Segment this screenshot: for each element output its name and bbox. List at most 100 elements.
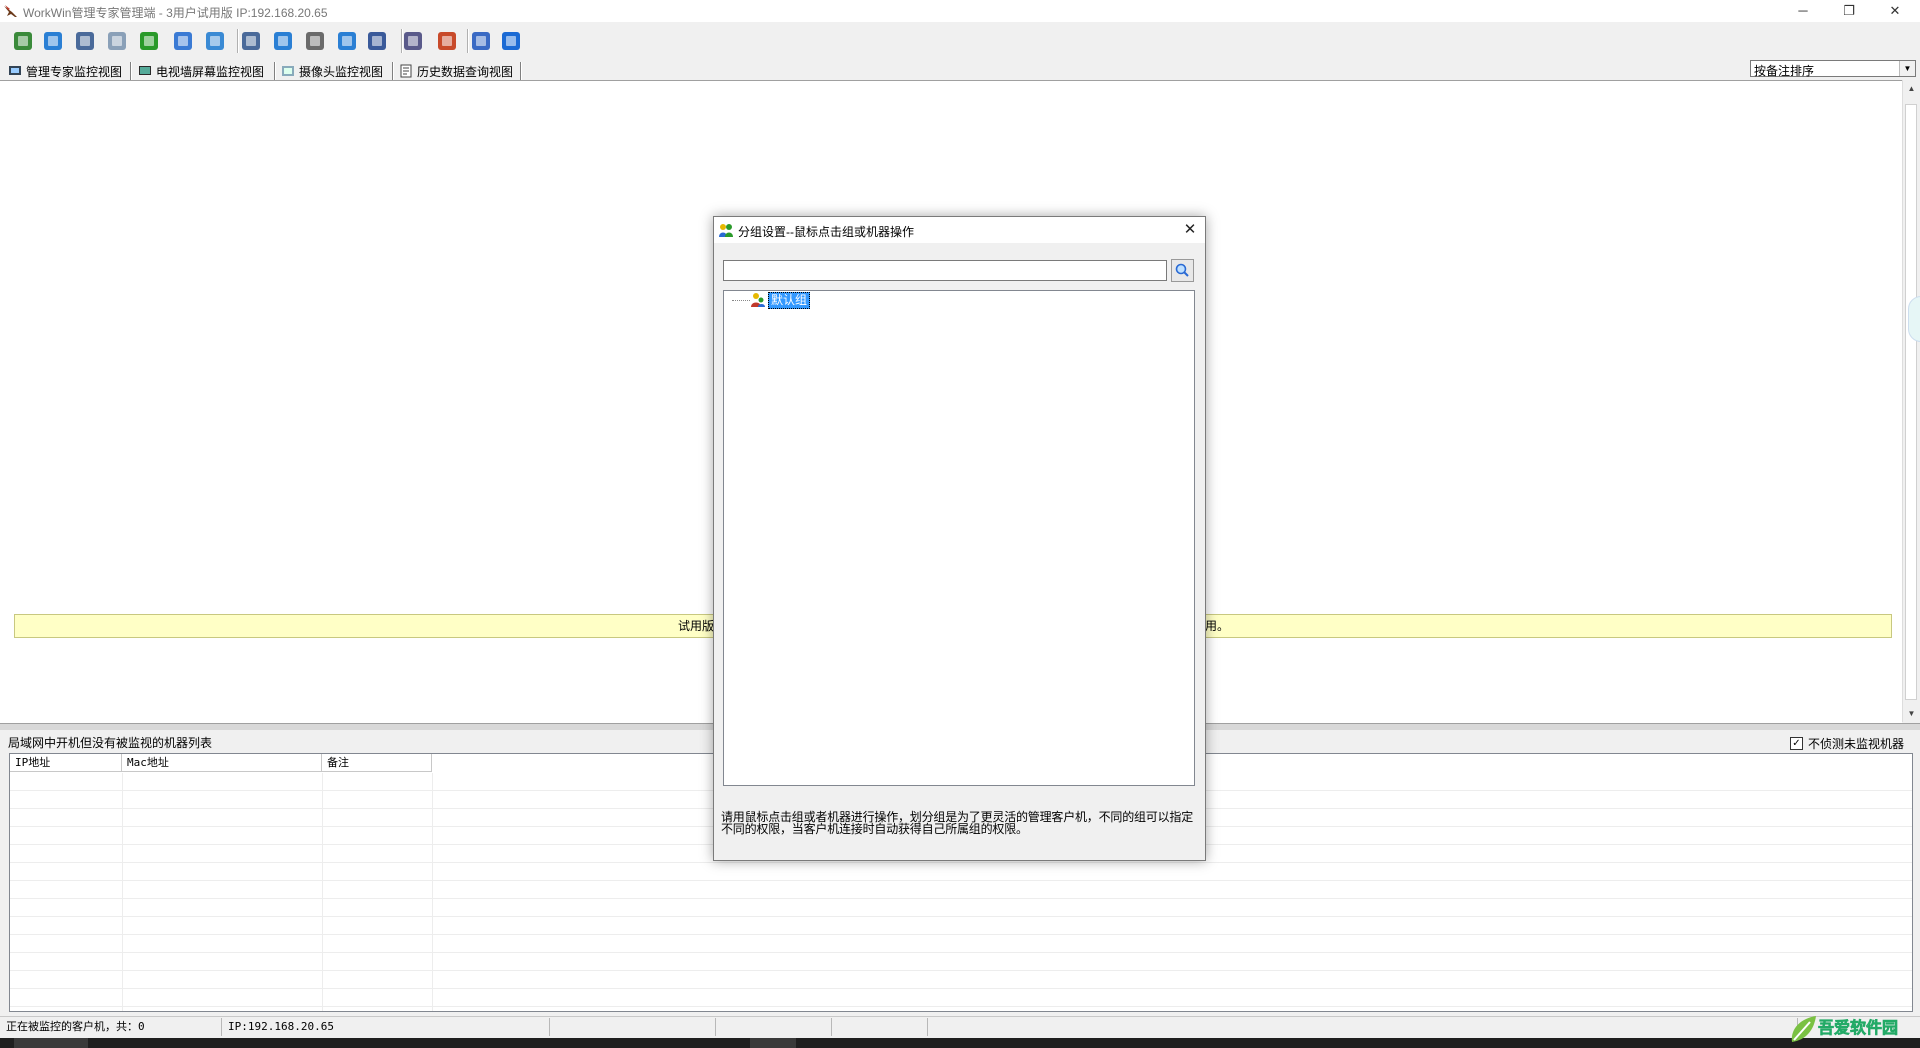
watermark-text: 吾爱软件园 — [1818, 1018, 1899, 1038]
toolbar-button[interactable] — [10, 28, 36, 54]
database-icon — [14, 32, 32, 50]
tree-item-default-group[interactable]: 默认组 — [768, 292, 811, 309]
column-divider — [322, 773, 323, 1011]
table-row — [10, 988, 1912, 989]
users-group-icon — [719, 224, 733, 237]
chevron-down-icon[interactable]: ▼ — [1899, 61, 1915, 76]
tab-camera-view[interactable]: 摄像头监控视图 — [281, 62, 383, 80]
toolbar-button[interactable] — [498, 28, 524, 54]
table-row — [10, 862, 1912, 863]
remote-icon — [274, 32, 292, 50]
toolbar-button[interactable] — [136, 28, 162, 54]
status-monitored-count: 正在被监控的客户机，共：0 — [0, 1018, 222, 1036]
table-row — [10, 898, 1912, 899]
toolbar-button[interactable] — [104, 28, 130, 54]
tab-separator — [520, 62, 522, 80]
toolbar-button[interactable] — [434, 28, 460, 54]
tab-separator — [274, 62, 276, 80]
history-icon — [400, 64, 412, 78]
group-tree[interactable]: 默认组 — [723, 290, 1195, 786]
window-title: WorkWin管理专家管理端 - 3用户试用版 IP:192.168.20.65 — [23, 6, 328, 20]
tab-label: 电视墙屏幕监控视图 — [156, 64, 265, 79]
toolbar-separator — [237, 29, 239, 53]
tab-label: 历史数据查询视图 — [417, 64, 514, 79]
column-header-mac[interactable]: Mac地址 — [122, 754, 322, 772]
restore-button[interactable]: ❐ — [1826, 0, 1872, 22]
shop-icon — [472, 32, 490, 50]
minimize-button[interactable]: ─ — [1780, 0, 1826, 22]
toolbar-button[interactable] — [238, 28, 264, 54]
table-row — [10, 1006, 1912, 1007]
tab-label: 管理专家监控视图 — [26, 64, 123, 79]
main-scrollbar[interactable]: ▲ ▼ — [1902, 80, 1920, 722]
column-header-note[interactable]: 备注 — [322, 754, 432, 772]
group-search-button[interactable] — [1171, 259, 1194, 282]
toolbar-button[interactable] — [270, 28, 296, 54]
group-search-input[interactable] — [723, 260, 1167, 281]
tab-label: 摄像头监控视图 — [299, 64, 384, 79]
column-divider — [432, 773, 433, 1011]
taskbar-item[interactable] — [750, 1038, 796, 1048]
unmonitored-panel-title: 局域网中开机但没有被监视的机器列表 — [8, 736, 213, 750]
trial-notice-right: 用。 — [1205, 619, 1230, 633]
edge-floating-widget[interactable] — [1908, 296, 1920, 342]
status-cell — [716, 1018, 832, 1036]
toolbar-button[interactable] — [202, 28, 228, 54]
globe-icon — [44, 32, 62, 50]
status-cell — [928, 1018, 1798, 1036]
toolbar-button[interactable] — [334, 28, 360, 54]
leaf-logo-icon — [1791, 1016, 1816, 1042]
status-cell — [832, 1018, 928, 1036]
group-settings-dialog: 分组设置--鼠标点击组或机器操作 ✕ 默认组 请用鼠标点击组或者机器进行操作，划… — [713, 216, 1206, 861]
tab-separator — [130, 62, 132, 80]
book-icon — [404, 32, 422, 50]
network-icon — [174, 32, 192, 50]
toolbar-button[interactable] — [400, 28, 426, 54]
scroll-up-icon[interactable]: ▲ — [1903, 80, 1920, 97]
report-icon — [438, 32, 456, 50]
dialog-title-bar[interactable]: 分组设置--鼠标点击组或机器操作 ✕ — [714, 217, 1205, 243]
help-icon — [502, 32, 520, 50]
toolbar-separator — [467, 29, 469, 53]
copy-icon — [338, 32, 356, 50]
dialog-close-icon[interactable]: ✕ — [1179, 219, 1201, 241]
sort-select[interactable]: 按备注排序 ▼ — [1750, 60, 1916, 78]
tree-connector-line — [732, 300, 750, 301]
close-button[interactable]: ✕ — [1872, 0, 1918, 22]
trial-notice-left: 试用版 — [678, 619, 715, 633]
checkbox-check-icon[interactable]: ✓ — [1790, 737, 1803, 750]
screen-icon — [242, 32, 260, 50]
skip-unmonitored-checkbox[interactable]: ✓ 不侦测未监视机器 — [1790, 735, 1904, 752]
toolbar-button[interactable] — [40, 28, 66, 54]
list-header: IP地址 Mac地址 备注 — [10, 754, 432, 773]
tv-wall-icon — [139, 66, 151, 75]
dialog-hint-text: 请用鼠标点击组或者机器进行操作，划分组是为了更灵活的管理客户机，不同的组可以指定… — [721, 810, 1194, 836]
taskbar-item[interactable] — [14, 1038, 88, 1048]
taskbar — [0, 1038, 1920, 1048]
monitor-settings-icon — [76, 32, 94, 50]
tab-separator — [392, 62, 394, 80]
table-row — [10, 880, 1912, 881]
document-search-icon — [306, 32, 324, 50]
mail-icon — [108, 32, 126, 50]
group-node-icon — [751, 293, 765, 307]
table-row — [10, 970, 1912, 971]
tab-expert-monitor-view[interactable]: 管理专家监控视图 — [8, 62, 122, 80]
sort-select-value: 按备注排序 — [1754, 64, 1815, 78]
status-cell — [550, 1018, 716, 1036]
tab-history-view[interactable]: 历史数据查询视图 — [399, 62, 513, 80]
toolbar-button[interactable] — [72, 28, 98, 54]
monitor-view-icon — [9, 66, 21, 75]
toolbar-button[interactable] — [468, 28, 494, 54]
toolbar-button[interactable] — [364, 28, 390, 54]
toolbar-button[interactable] — [302, 28, 328, 54]
scroll-down-icon[interactable]: ▼ — [1903, 705, 1920, 722]
scroll-thumb[interactable] — [1905, 104, 1917, 700]
column-header-ip[interactable]: IP地址 — [10, 754, 122, 772]
eagle-app-icon — [4, 5, 17, 17]
table-row — [10, 934, 1912, 935]
toolbar-button[interactable] — [170, 28, 196, 54]
tab-tv-wall-view[interactable]: 电视墙屏幕监控视图 — [138, 62, 264, 80]
usb-icon — [206, 32, 224, 50]
status-ip: IP:192.168.20.65 — [222, 1018, 550, 1036]
